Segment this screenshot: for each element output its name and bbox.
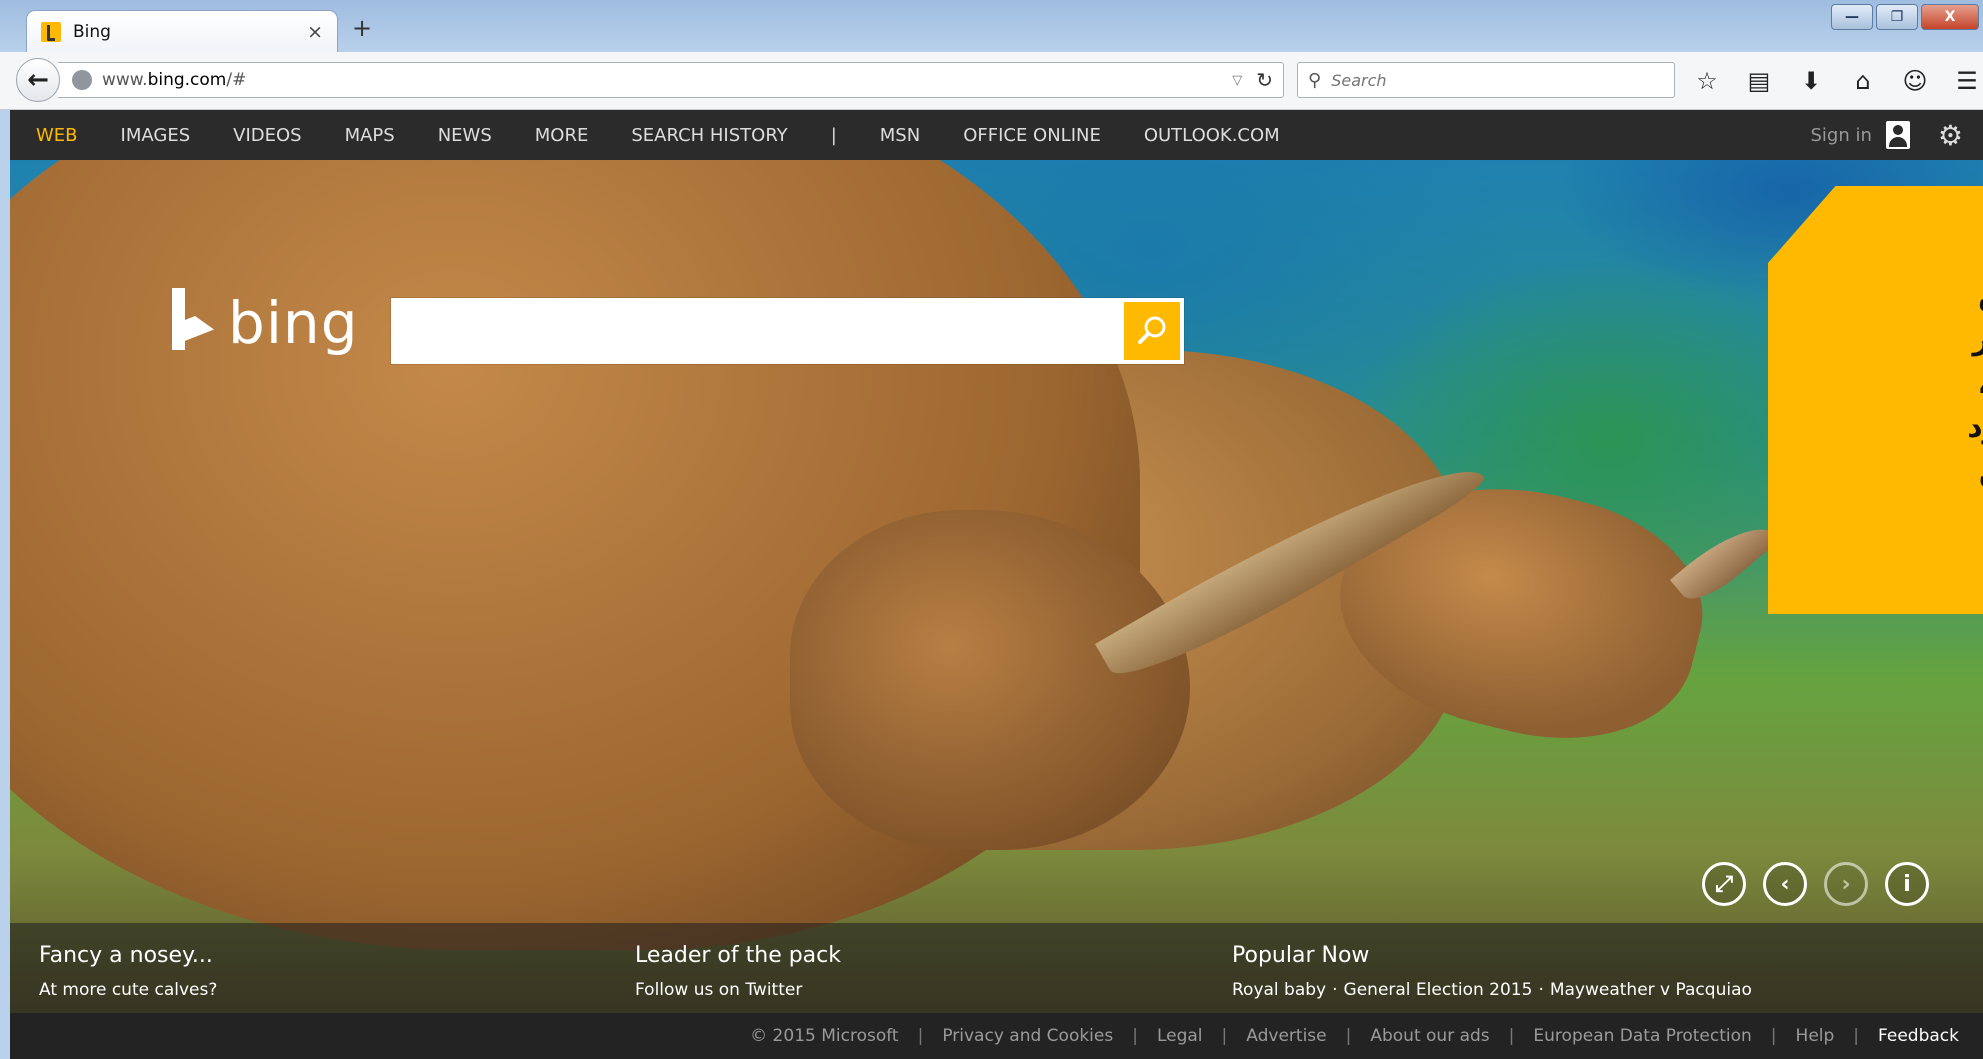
nav-web[interactable]: WEB <box>36 125 78 146</box>
tile-popular-now: Popular Now Royal baby · General Election … <box>1232 943 1752 1000</box>
nav-videos[interactable]: VIDEOS <box>233 125 301 146</box>
back-button[interactable]: ← <box>16 58 60 102</box>
previous-image-icon[interactable]: ‹ <box>1763 862 1807 906</box>
image-controls: ⤢ ‹ › i <box>1702 862 1929 906</box>
new-tab-button[interactable]: + <box>352 14 372 42</box>
footer-link-data-protection[interactable]: European Data Protection <box>1533 1026 1751 1046</box>
footer-link-help[interactable]: Help <box>1796 1026 1835 1046</box>
search-icon: ⚲ <box>1308 69 1322 91</box>
next-image-icon[interactable]: › <box>1824 862 1868 906</box>
persian-callout-box: " محصول ت و تلاش متفاوت از ک هنري)، ی خو… <box>1768 186 1983 614</box>
browser-navigation-bar: www.bing.com/# ▽ ↻ ← ⚲ ☆ ▤ ⬇ ⌂ ☺ ☰ <box>0 52 1983 110</box>
trending-list: Royal baby · General Election 2015 · Mayweat… <box>1232 980 1752 1000</box>
browser-search-bar[interactable]: ⚲ <box>1297 62 1675 98</box>
footer-link-about-ads[interactable]: About our ads <box>1370 1026 1489 1046</box>
gear-icon[interactable]: ⚙ <box>1938 119 1963 152</box>
tile-subtitle: Follow us on Twitter <box>635 980 803 1000</box>
reading-list-icon[interactable]: ▤ <box>1742 64 1776 98</box>
browser-toolbar: ☆ ▤ ⬇ ⌂ ☺ ☰ <box>1690 64 1983 98</box>
nav-outlook[interactable]: OUTLOOK.COM <box>1144 125 1280 146</box>
browser-search-input[interactable] <box>1331 70 1632 90</box>
url-bar[interactable]: www.bing.com/# ▽ ↻ <box>58 62 1284 98</box>
background-image <box>10 110 1983 1059</box>
nav-divider: | <box>830 124 837 146</box>
copyright-text: © 2015 Microsoft <box>750 1026 899 1046</box>
trend-link[interactable]: Royal baby <box>1232 980 1326 1000</box>
window-controls: — ❐ X <box>1831 4 1979 30</box>
bing-logo[interactable]: bing <box>170 288 359 358</box>
image-info-icon[interactable]: i <box>1885 862 1929 906</box>
trend-link[interactable]: Mayweather v Pacquiao <box>1550 980 1752 1000</box>
bing-favicon-icon <box>41 21 61 42</box>
tile-title: Leader of the pack <box>635 943 842 968</box>
bing-search-box <box>391 298 1184 364</box>
browser-tab[interactable]: Bing × <box>26 10 338 52</box>
search-button[interactable] <box>1124 302 1180 360</box>
close-window-button[interactable]: X <box>1921 4 1979 30</box>
nav-search-history[interactable]: SEARCH HISTORY <box>631 125 787 146</box>
nav-office-online[interactable]: OFFICE ONLINE <box>963 125 1101 146</box>
home-icon[interactable]: ⌂ <box>1846 64 1880 98</box>
site-identity-icon[interactable] <box>72 70 92 90</box>
tile-leader-of-the-pack[interactable]: Leader of the pack Follow us on Twitter <box>635 943 841 1000</box>
bookmark-star-icon[interactable]: ☆ <box>1690 64 1724 98</box>
back-arrow-icon: ← <box>27 65 49 95</box>
nav-images[interactable]: IMAGES <box>121 125 191 146</box>
tile-subtitle: At more cute calves? <box>39 980 218 1000</box>
feedback-link[interactable]: Feedback <box>1878 1026 1959 1046</box>
url-text[interactable]: www.bing.com/# <box>102 70 1232 90</box>
nav-news[interactable]: NEWS <box>438 125 492 146</box>
trend-separator: · <box>1538 980 1544 1000</box>
minimize-button[interactable]: — <box>1831 4 1873 30</box>
nav-right: Sign in ⚙ <box>1810 110 1963 160</box>
trend-separator: · <box>1332 980 1338 1000</box>
reload-icon[interactable]: ↻ <box>1256 68 1273 92</box>
sign-in-link[interactable]: Sign in <box>1810 125 1871 146</box>
chat-icon[interactable]: ☺ <box>1898 64 1932 98</box>
magnifier-icon <box>1138 316 1166 344</box>
tab-title: Bing <box>73 21 111 42</box>
fullscreen-expand-icon[interactable]: ⤢ <box>1702 862 1746 906</box>
nav-maps[interactable]: MAPS <box>345 125 395 146</box>
hotspot-tiles-bar: Fancy a nosey... At more cute calves? Le… <box>10 923 1983 1013</box>
url-history-dropdown-icon[interactable]: ▽ <box>1232 73 1242 88</box>
maximize-button[interactable]: ❐ <box>1876 4 1918 30</box>
tile-title: Popular Now <box>1232 943 1370 968</box>
trend-link[interactable]: General Election 2015 <box>1344 980 1533 1000</box>
browser-title-bar: Bing × + — ❐ X <box>0 0 1983 52</box>
bing-b-icon <box>170 288 216 358</box>
bing-homepage: bing " محصول ت و تلاش متفاوت از ک هنري)،… <box>10 110 1983 1059</box>
tile-fancy-a-nosey[interactable]: Fancy a nosey... At more cute calves? <box>39 943 217 1000</box>
page-footer: © 2015 Microsoft | Privacy and Cookies |… <box>10 1013 1983 1059</box>
footer-link-privacy[interactable]: Privacy and Cookies <box>942 1026 1113 1046</box>
nav-more[interactable]: MORE <box>535 125 589 146</box>
bing-wordmark: bing <box>228 289 359 357</box>
bing-top-nav: WEB IMAGES VIDEOS MAPS NEWS MORE SEARCH … <box>10 110 1983 160</box>
menu-icon[interactable]: ☰ <box>1950 64 1983 98</box>
tile-title: Fancy a nosey... <box>39 943 213 968</box>
footer-link-advertise[interactable]: Advertise <box>1246 1026 1326 1046</box>
footer-link-legal[interactable]: Legal <box>1157 1026 1203 1046</box>
tab-close-icon[interactable]: × <box>307 21 323 43</box>
nav-msn[interactable]: MSN <box>880 125 920 146</box>
background-rhino-horn <box>1670 509 1780 611</box>
download-icon[interactable]: ⬇ <box>1794 64 1828 98</box>
user-avatar-icon[interactable] <box>1885 121 1910 149</box>
bing-search-input[interactable] <box>391 298 1113 364</box>
